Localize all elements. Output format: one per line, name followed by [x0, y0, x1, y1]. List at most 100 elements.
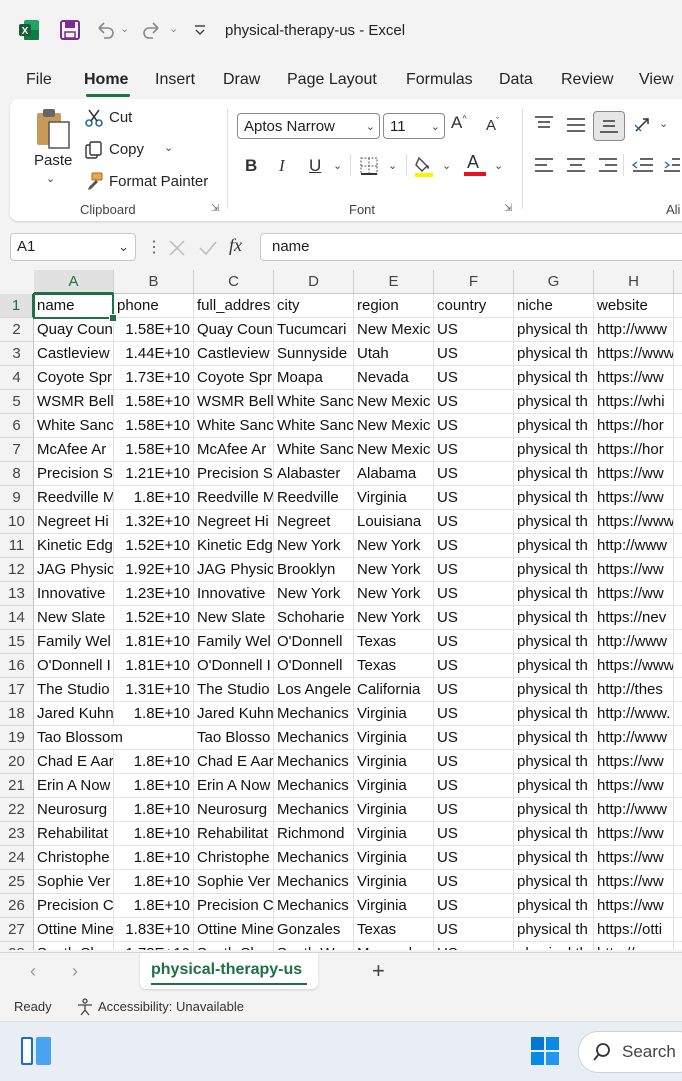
cell-partial[interactable]	[674, 678, 682, 702]
top-align-icon[interactable]	[534, 115, 554, 133]
cell-c20[interactable]: Chad E Aar	[194, 750, 274, 774]
cell-f27[interactable]: US	[434, 918, 514, 942]
cell-partial[interactable]	[674, 774, 682, 798]
cell-h18[interactable]: http://www.	[594, 702, 674, 726]
font-color-dropdown-chevron-icon[interactable]: ⌄	[494, 159, 503, 172]
cell-a27[interactable]: Ottine Mine	[34, 918, 114, 942]
cell-f25[interactable]: US	[434, 870, 514, 894]
cell-f21[interactable]: US	[434, 774, 514, 798]
align-left-icon[interactable]	[534, 157, 554, 175]
cell-f15[interactable]: US	[434, 630, 514, 654]
cell-e25[interactable]: Virginia	[354, 870, 434, 894]
cell-partial[interactable]	[674, 750, 682, 774]
cell-e22[interactable]: Virginia	[354, 798, 434, 822]
font-name-chevron-icon[interactable]: ⌄	[366, 114, 375, 140]
cell-e20[interactable]: Virginia	[354, 750, 434, 774]
accessibility-icon[interactable]	[76, 998, 94, 1016]
column-header-b[interactable]: B	[114, 270, 194, 294]
cell-partial[interactable]	[674, 486, 682, 510]
cell-f23[interactable]: US	[434, 822, 514, 846]
cell-b12[interactable]: 1.92E+10	[114, 558, 194, 582]
cell-partial[interactable]	[674, 870, 682, 894]
cell-f24[interactable]: US	[434, 846, 514, 870]
cell-partial[interactable]	[674, 630, 682, 654]
cell-partial[interactable]	[674, 654, 682, 678]
cell-c8[interactable]: Precision S	[194, 462, 274, 486]
format-painter-icon[interactable]	[84, 171, 104, 191]
cell-b15[interactable]: 1.81E+10	[114, 630, 194, 654]
cell-partial[interactable]	[674, 438, 682, 462]
cell-h13[interactable]: https://ww	[594, 582, 674, 606]
align-right-icon[interactable]	[598, 157, 618, 175]
borders-icon[interactable]	[360, 157, 378, 175]
orientation-icon[interactable]	[633, 115, 655, 135]
column-header-c[interactable]: C	[194, 270, 274, 294]
start-icon[interactable]	[530, 1036, 560, 1066]
cell-f13[interactable]: US	[434, 582, 514, 606]
cell-b11[interactable]: 1.52E+10	[114, 534, 194, 558]
cell-b24[interactable]: 1.8E+10	[114, 846, 194, 870]
cell-a18[interactable]: Jared Kuhn	[34, 702, 114, 726]
cell-e11[interactable]: New York	[354, 534, 434, 558]
confirm-entry-icon[interactable]	[198, 239, 218, 257]
cell-partial[interactable]	[674, 462, 682, 486]
cell-g24[interactable]: physical th	[514, 846, 594, 870]
cell-a5[interactable]: WSMR Bell	[34, 390, 114, 414]
row-header[interactable]: 27	[0, 918, 34, 942]
cell-h28[interactable]: http://www	[594, 942, 674, 950]
cell-e1[interactable]: region	[354, 294, 434, 318]
cell-partial[interactable]	[674, 510, 682, 534]
cell-partial[interactable]	[674, 294, 682, 318]
cell-e7[interactable]: New Mexic	[354, 438, 434, 462]
cell-b25[interactable]: 1.8E+10	[114, 870, 194, 894]
copy-icon[interactable]	[84, 140, 104, 160]
cell-e9[interactable]: Virginia	[354, 486, 434, 510]
cell-h9[interactable]: https://ww	[594, 486, 674, 510]
row-header[interactable]: 1	[0, 294, 34, 318]
cell-d13[interactable]: New York	[274, 582, 354, 606]
cell-e5[interactable]: New Mexic	[354, 390, 434, 414]
cell-f10[interactable]: US	[434, 510, 514, 534]
cell-b10[interactable]: 1.32E+10	[114, 510, 194, 534]
cell-g26[interactable]: physical th	[514, 894, 594, 918]
cell-g7[interactable]: physical th	[514, 438, 594, 462]
row-header[interactable]: 6	[0, 414, 34, 438]
cell-h27[interactable]: https://otti	[594, 918, 674, 942]
borders-dropdown-chevron-icon[interactable]: ⌄	[388, 159, 397, 172]
cell-c23[interactable]: Rehabilitat	[194, 822, 274, 846]
cell-b16[interactable]: 1.81E+10	[114, 654, 194, 678]
paste-label[interactable]: Paste	[34, 152, 72, 169]
cell-c12[interactable]: JAG Physic	[194, 558, 274, 582]
cell-d15[interactable]: O'Donnell	[274, 630, 354, 654]
cell-e14[interactable]: New York	[354, 606, 434, 630]
tab-insert[interactable]: Insert	[155, 71, 195, 89]
cell-c27[interactable]: Ottine Mine	[194, 918, 274, 942]
cell-g17[interactable]: physical th	[514, 678, 594, 702]
cell-c7[interactable]: McAfee Ar	[194, 438, 274, 462]
cell-h3[interactable]: https://www	[594, 342, 674, 366]
cell-h20[interactable]: https://ww	[594, 750, 674, 774]
cell-b21[interactable]: 1.8E+10	[114, 774, 194, 798]
cell-partial[interactable]	[674, 390, 682, 414]
cell-b17[interactable]: 1.31E+10	[114, 678, 194, 702]
cell-b27[interactable]: 1.83E+10	[114, 918, 194, 942]
increase-indent-icon[interactable]	[664, 157, 680, 175]
cell-a28[interactable]: South Shor	[34, 942, 114, 950]
widgets-icon[interactable]	[20, 1036, 52, 1066]
copy-dropdown-chevron-icon[interactable]: ⌄	[164, 141, 173, 154]
cell-h10[interactable]: https://www	[594, 510, 674, 534]
cell-e17[interactable]: California	[354, 678, 434, 702]
row-header[interactable]: 4	[0, 366, 34, 390]
fill-handle[interactable]	[109, 314, 117, 322]
tab-formulas[interactable]: Formulas	[406, 71, 473, 89]
undo-icon[interactable]	[94, 19, 116, 41]
cell-g3[interactable]: physical th	[514, 342, 594, 366]
cell-b6[interactable]: 1.58E+10	[114, 414, 194, 438]
cell-h16[interactable]: https://www	[594, 654, 674, 678]
column-header-h[interactable]: H	[594, 270, 674, 294]
cell-d19[interactable]: Mechanics	[274, 726, 354, 750]
cell-f4[interactable]: US	[434, 366, 514, 390]
row-header[interactable]: 13	[0, 582, 34, 606]
paste-icon[interactable]	[34, 107, 72, 151]
row-header[interactable]: 21	[0, 774, 34, 798]
